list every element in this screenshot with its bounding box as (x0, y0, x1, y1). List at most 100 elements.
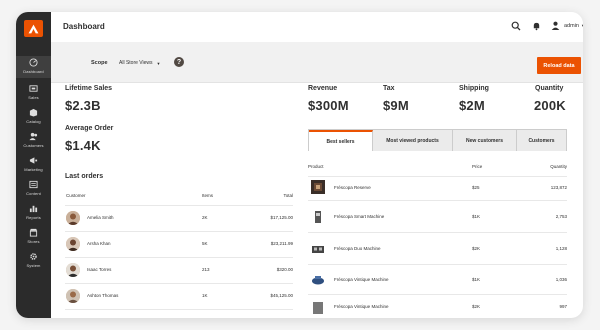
help-icon[interactable]: ? (174, 57, 184, 67)
product-quantity: 1,128 (555, 246, 567, 251)
product-quantity: 997 (559, 304, 567, 309)
customer-name: Isaac Torres (87, 267, 112, 272)
sidebar-item-system[interactable]: System (16, 250, 51, 272)
order-total: $17,125.00 (270, 215, 293, 220)
column-header-items: Items (202, 193, 214, 198)
dashboard-tabs: Best sellers Most viewed products New cu… (308, 129, 567, 151)
scope-switcher[interactable]: All Store Views ▼ (119, 60, 161, 66)
order-items: 2K (202, 215, 208, 220)
table-row[interactable]: Fréscopa Smart Machine $1K 2,753 (308, 201, 567, 233)
scope-bar: Scope All Store Views ▼ ? Reload data (51, 42, 583, 83)
column-header-total: Total (283, 193, 293, 198)
dashboard-icon (29, 58, 38, 67)
last-orders-table: Customer Items Total Amelia Smith 2K $17… (65, 188, 293, 310)
user-name: admin (564, 22, 579, 29)
sidebar-item-label: Content (26, 191, 41, 196)
order-items: 213 (202, 267, 210, 272)
customer-name: Arsha Khan (87, 241, 111, 246)
product-price: $25 (472, 185, 480, 190)
chevron-down-icon: ▼ (156, 60, 161, 66)
product-quantity: 1,036 (555, 277, 567, 282)
product-name: Fréscopa Reserve (334, 185, 371, 190)
avatar (66, 237, 80, 251)
average-order-value: $1.4K (65, 138, 101, 153)
sidebar-item-label: Marketing (24, 167, 43, 172)
product-thumbnail (311, 242, 325, 256)
sidebar-item-label: System (26, 263, 41, 268)
sidebar-item-label: Stores (27, 239, 40, 244)
sidebar-item-label: Catalog (26, 119, 41, 124)
last-orders-title: Last orders (65, 173, 104, 180)
shipping-value: $2M (459, 98, 485, 113)
sidebar-item-customers[interactable]: Customers (16, 130, 51, 152)
sidebar-item-label: Customers (23, 143, 44, 148)
reports-icon (29, 205, 38, 213)
catalog-icon (29, 108, 38, 117)
product-quantity: 123,872 (550, 185, 567, 190)
revenue-value: $300M (308, 98, 349, 113)
table-row[interactable]: Fréscopa Reserve $25 123,872 (308, 177, 567, 201)
table-row[interactable]: Isaac Torres 213 $320.00 (65, 258, 293, 284)
product-name: Fréscopa Smart Machine (334, 214, 385, 219)
page-title: Dashboard (63, 22, 105, 31)
sidebar-item-sales[interactable]: Sales (16, 82, 51, 104)
customer-name: Ashton Thomas (87, 293, 119, 298)
content-icon (29, 180, 38, 189)
customer-name: Amelia Smith (87, 215, 114, 220)
lifetime-sales-label: Lifetime Sales (65, 85, 113, 92)
chevron-down-icon: ▼ (580, 23, 583, 28)
column-header-quantity: Quantity (550, 164, 567, 169)
bell-icon[interactable] (532, 21, 541, 31)
product-thumbnail (311, 300, 325, 314)
table-row[interactable]: Arsha Khan 5K $23,211.99 (65, 232, 293, 258)
product-price: $1K (472, 214, 481, 219)
revenue-label: Revenue (308, 85, 338, 92)
table-header: Customer Items Total (65, 188, 293, 206)
sidebar-item-stores[interactable]: Stores (16, 226, 51, 248)
column-header-price: Price (472, 164, 483, 169)
tax-label: Tax (383, 85, 395, 92)
scope-label: Scope (91, 60, 108, 66)
best-sellers-table: Product Price Quantity Fréscopa Reserve … (308, 160, 567, 315)
table-row[interactable]: Fréscopa Vintique Machine $2K 997 (308, 295, 567, 315)
sidebar-item-catalog[interactable]: Catalog (16, 106, 51, 128)
product-price: $2K (472, 246, 481, 251)
search-icon[interactable] (511, 21, 521, 31)
sidebar-item-marketing[interactable]: Marketing (16, 154, 51, 176)
sidebar-item-label: Reports (26, 215, 41, 220)
avatar (66, 289, 80, 303)
order-items: 1K (202, 293, 208, 298)
sidebar-item-dashboard[interactable]: Dashboard (16, 56, 51, 78)
tab-new-customers[interactable]: New customers (453, 130, 517, 151)
product-thumbnail (311, 180, 325, 194)
table-row[interactable]: Fréscopa Duo Machine $2K 1,128 (308, 233, 567, 265)
sidebar-item-label: Dashboard (23, 69, 44, 74)
scope-value: All Store Views (119, 60, 153, 66)
marketing-icon (29, 157, 38, 164)
tab-best-sellers[interactable]: Best sellers (309, 130, 373, 151)
order-total: $320.00 (276, 267, 293, 272)
top-header: Dashboard admin ▼ (51, 12, 583, 42)
tab-customers[interactable]: Customers (517, 130, 566, 151)
avatar (66, 211, 80, 225)
shipping-label: Shipping (459, 85, 489, 92)
tax-value: $9M (383, 98, 409, 113)
product-name: Fréscopa Vintique Machine (334, 304, 389, 309)
stores-icon (29, 228, 38, 237)
user-icon (551, 21, 560, 30)
table-row[interactable]: Ashton Thomas 1K $45,125.00 (65, 284, 293, 310)
product-price: $1K (472, 277, 481, 282)
table-header: Product Price Quantity (308, 160, 567, 177)
reload-data-button[interactable]: Reload data (537, 57, 581, 74)
quantity-value: 200K (534, 98, 566, 113)
order-items: 5K (202, 241, 208, 246)
table-row[interactable]: Fréscopa Vintique Machine $1K 1,036 (308, 265, 567, 295)
product-name: Fréscopa Vintique Machine (334, 277, 389, 282)
sidebar-item-reports[interactable]: Reports (16, 202, 51, 224)
table-row[interactable]: Amelia Smith 2K $17,125.00 (65, 206, 293, 232)
column-header-product: Product (308, 164, 324, 169)
tab-most-viewed-products[interactable]: Most viewed products (373, 130, 453, 151)
brand-logo[interactable] (24, 20, 43, 37)
sidebar-item-content[interactable]: Content (16, 178, 51, 200)
user-menu[interactable]: admin ▼ (551, 21, 583, 30)
